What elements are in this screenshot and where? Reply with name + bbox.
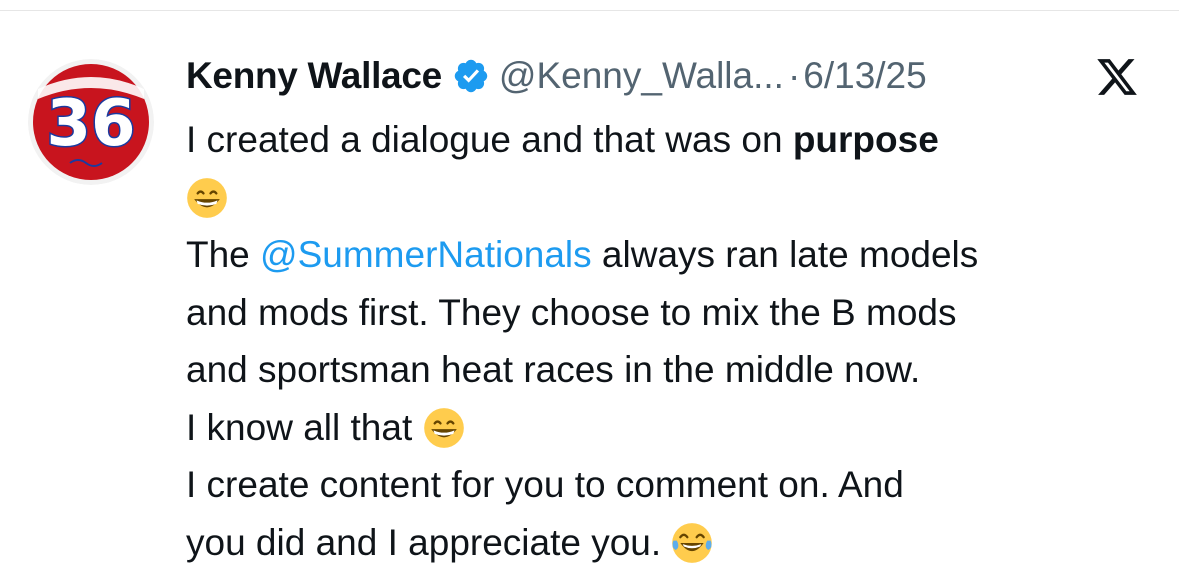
header-separator: · [787, 55, 801, 96]
author-display-name[interactable]: Kenny Wallace [186, 55, 442, 97]
tears-of-joy-emoji-icon [672, 522, 713, 563]
body-line-5: and sportsman heat races in the middle n… [186, 349, 921, 390]
body-line-2 [186, 169, 1166, 227]
tweet-header: Kenny Wallace @Kenny_Walla... · 6/13/25 [186, 51, 927, 101]
verified-badge-icon [454, 59, 488, 93]
x-logo-icon[interactable] [1094, 55, 1140, 99]
body-text-6: I know all that [186, 406, 423, 448]
tweet-card[interactable]: 36 Kenny Wallace @Kenny_Walla... · 6/13/… [0, 11, 1179, 576]
body-text-8: you did and I appreciate you. [186, 521, 672, 563]
body-line-3: The @SummerNationals always ran late mod… [186, 226, 1166, 284]
grinning-face-emoji-icon [423, 407, 464, 448]
grinning-face-emoji-icon [187, 177, 227, 218]
tweet-body: I created a dialogue and that was on pur… [186, 111, 1166, 571]
body-line-7: I create content for you to comment on. … [186, 464, 904, 505]
body-bold-word: purpose [792, 119, 939, 160]
body-line-6: I know all that [186, 399, 1166, 457]
avatar-number: 36 [46, 87, 135, 161]
tweet-date[interactable]: 6/13/25 [803, 55, 926, 97]
avatar[interactable]: 36 [28, 59, 154, 185]
body-text-3b: always ran late models [591, 234, 979, 275]
body-text-3a: The [186, 234, 261, 275]
body-line-8: you did and I appreciate you. [186, 514, 1166, 572]
author-handle[interactable]: @Kenny_Walla... [499, 55, 784, 97]
mention-link[interactable]: @SummerNationals [260, 234, 592, 275]
body-line-4: and mods first. They choose to mix the B… [186, 291, 957, 333]
body-text-1: I created a dialogue and that was on [186, 119, 793, 160]
avatar-image: 36 [28, 59, 154, 185]
body-line-1: I created a dialogue and that was on pur… [186, 111, 1166, 169]
